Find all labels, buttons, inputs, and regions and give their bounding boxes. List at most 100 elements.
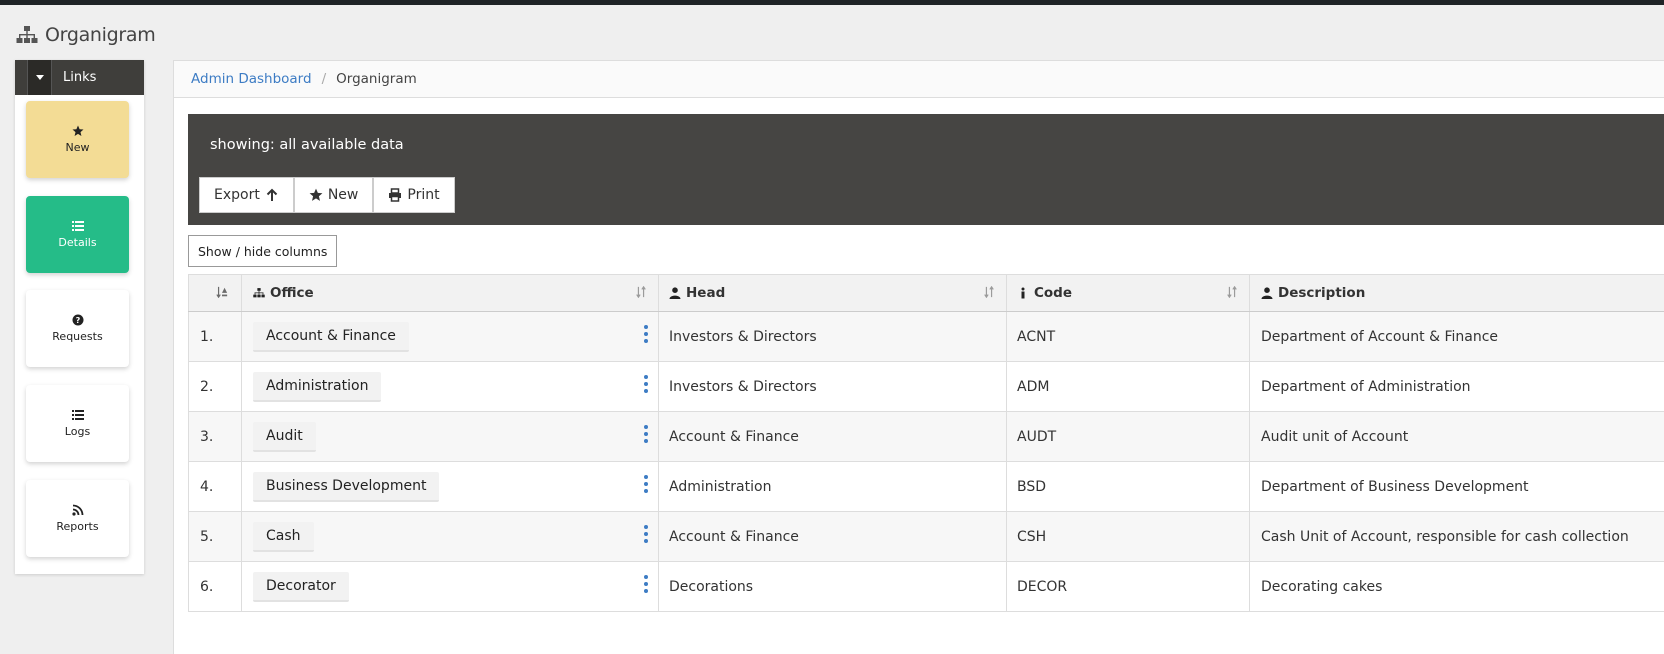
tile-details[interactable]: Details xyxy=(26,196,129,273)
tile-reports[interactable]: Reports xyxy=(26,480,129,557)
office-cell: Account & Finance xyxy=(242,312,659,361)
table-row[interactable]: 3. Audit Account & Finance AUDT Audit un… xyxy=(188,412,1664,462)
row-menu-icon[interactable] xyxy=(644,575,648,593)
description-cell: Department of Business Development xyxy=(1261,478,1529,495)
new-button[interactable]: New xyxy=(293,177,374,213)
app-title-text: Organigram xyxy=(45,24,156,46)
tile-requests-label: Requests xyxy=(52,330,103,343)
office-cell: Decorator xyxy=(242,562,659,611)
office-name[interactable]: Business Development xyxy=(253,471,440,502)
row-number: 4. xyxy=(188,462,242,511)
table-row[interactable]: 2. Administration Investors & Directors … xyxy=(188,362,1664,412)
info-icon xyxy=(1021,287,1025,299)
top-bar xyxy=(0,0,1664,5)
row-menu-icon[interactable] xyxy=(644,475,648,493)
head-cell: Investors & Directors xyxy=(659,362,1007,411)
column-header-code[interactable]: Code xyxy=(1007,275,1250,311)
list-icon xyxy=(71,221,84,231)
code-cell: CSH xyxy=(1007,512,1250,561)
arrow-up-icon xyxy=(266,188,278,201)
row-number: 5. xyxy=(188,512,242,561)
table-header-row: Office Head Code Description xyxy=(188,274,1664,312)
row-number-header[interactable] xyxy=(188,275,242,311)
links-bar[interactable]: Links xyxy=(15,60,144,95)
row-number: 2. xyxy=(188,362,242,411)
head-cell: Account & Finance xyxy=(659,412,1007,461)
column-header-description[interactable]: Description xyxy=(1250,275,1664,311)
row-number: 3. xyxy=(188,412,242,461)
svg-text:?: ? xyxy=(75,316,80,325)
sitemap-icon xyxy=(253,288,265,298)
export-label: Export xyxy=(214,187,260,203)
sort-icon xyxy=(1227,286,1237,298)
row-number: 1. xyxy=(188,312,242,361)
row-menu-icon[interactable] xyxy=(644,325,648,343)
user-icon xyxy=(1261,287,1273,299)
column-header-head-label: Head xyxy=(686,285,726,301)
office-name[interactable]: Account & Finance xyxy=(253,321,409,352)
sort-icon xyxy=(216,286,228,298)
table-row[interactable]: 5. Cash Account & Finance CSH Cash Unit … xyxy=(188,512,1664,562)
office-cell: Cash xyxy=(242,512,659,561)
description-cell: Decorating cakes xyxy=(1261,578,1383,595)
description-cell: Department of Administration xyxy=(1261,378,1471,395)
list-icon xyxy=(71,410,84,420)
main-content: Admin Dashboard / Organigram showing: al… xyxy=(173,60,1664,654)
table-row[interactable]: 1. Account & Finance Investors & Directo… xyxy=(188,312,1664,362)
office-cell: Business Development xyxy=(242,462,659,511)
new-label: New xyxy=(327,187,359,203)
app-title: Organigram xyxy=(16,24,156,46)
column-header-office-label: Office xyxy=(270,285,314,301)
data-table: Office Head Code Description 1. Account … xyxy=(188,274,1664,612)
question-icon: ? xyxy=(72,314,83,326)
rss-icon xyxy=(71,504,83,516)
print-button[interactable]: Print xyxy=(373,177,455,213)
links-toggle-button[interactable] xyxy=(27,60,52,95)
office-name[interactable]: Cash xyxy=(253,521,314,552)
show-hide-columns-button[interactable]: Show / hide columns xyxy=(188,235,338,267)
links-label: Links xyxy=(63,70,97,85)
toolbar-panel: showing: all available data Export New P… xyxy=(188,114,1664,225)
breadcrumb-current: Organigram xyxy=(336,71,417,87)
office-name[interactable]: Decorator xyxy=(253,571,349,602)
sort-icon xyxy=(636,286,646,298)
code-cell: BSD xyxy=(1007,462,1250,511)
table-row[interactable]: 4. Business Development Administration B… xyxy=(188,462,1664,512)
caret-down-icon xyxy=(35,75,44,80)
column-header-description-label: Description xyxy=(1278,285,1366,301)
tile-new[interactable]: New xyxy=(26,101,129,178)
tile-details-label: Details xyxy=(58,236,97,249)
code-cell: ACNT xyxy=(1007,312,1250,361)
tile-logs[interactable]: Logs xyxy=(26,385,129,462)
breadcrumb-admin-dashboard[interactable]: Admin Dashboard xyxy=(191,71,312,87)
tile-new-label: New xyxy=(65,141,90,154)
tile-requests[interactable]: ? Requests xyxy=(26,290,129,367)
head-cell: Decorations xyxy=(659,562,1007,611)
print-label: Print xyxy=(407,187,440,203)
code-cell: AUDT xyxy=(1007,412,1250,461)
head-cell: Account & Finance xyxy=(659,512,1007,561)
row-menu-icon[interactable] xyxy=(644,425,648,443)
row-menu-icon[interactable] xyxy=(644,525,648,543)
office-name[interactable]: Administration xyxy=(253,371,382,402)
sitemap-icon xyxy=(16,26,38,43)
table-row[interactable]: 6. Decorator Decorations DECOR Decoratin… xyxy=(188,562,1664,612)
export-button[interactable]: Export xyxy=(199,177,294,213)
sort-icon xyxy=(984,286,994,298)
code-cell: ADM xyxy=(1007,362,1250,411)
column-header-office[interactable]: Office xyxy=(242,275,659,311)
row-number: 6. xyxy=(188,562,242,611)
column-header-code-label: Code xyxy=(1034,285,1073,301)
star-icon xyxy=(309,188,323,201)
head-cell: Investors & Directors xyxy=(659,312,1007,361)
star-icon xyxy=(72,125,83,136)
sidebar: Links New Details ? Requests Logs Report… xyxy=(15,60,144,574)
toolbar-button-group: Export New Print xyxy=(199,177,455,213)
head-cell: Administration xyxy=(659,462,1007,511)
office-cell: Administration xyxy=(242,362,659,411)
column-header-head[interactable]: Head xyxy=(659,275,1007,311)
office-name[interactable]: Audit xyxy=(253,421,316,452)
breadcrumb: Admin Dashboard / Organigram xyxy=(174,61,1664,98)
row-menu-icon[interactable] xyxy=(644,375,648,393)
showing-text: showing: all available data xyxy=(210,137,404,153)
